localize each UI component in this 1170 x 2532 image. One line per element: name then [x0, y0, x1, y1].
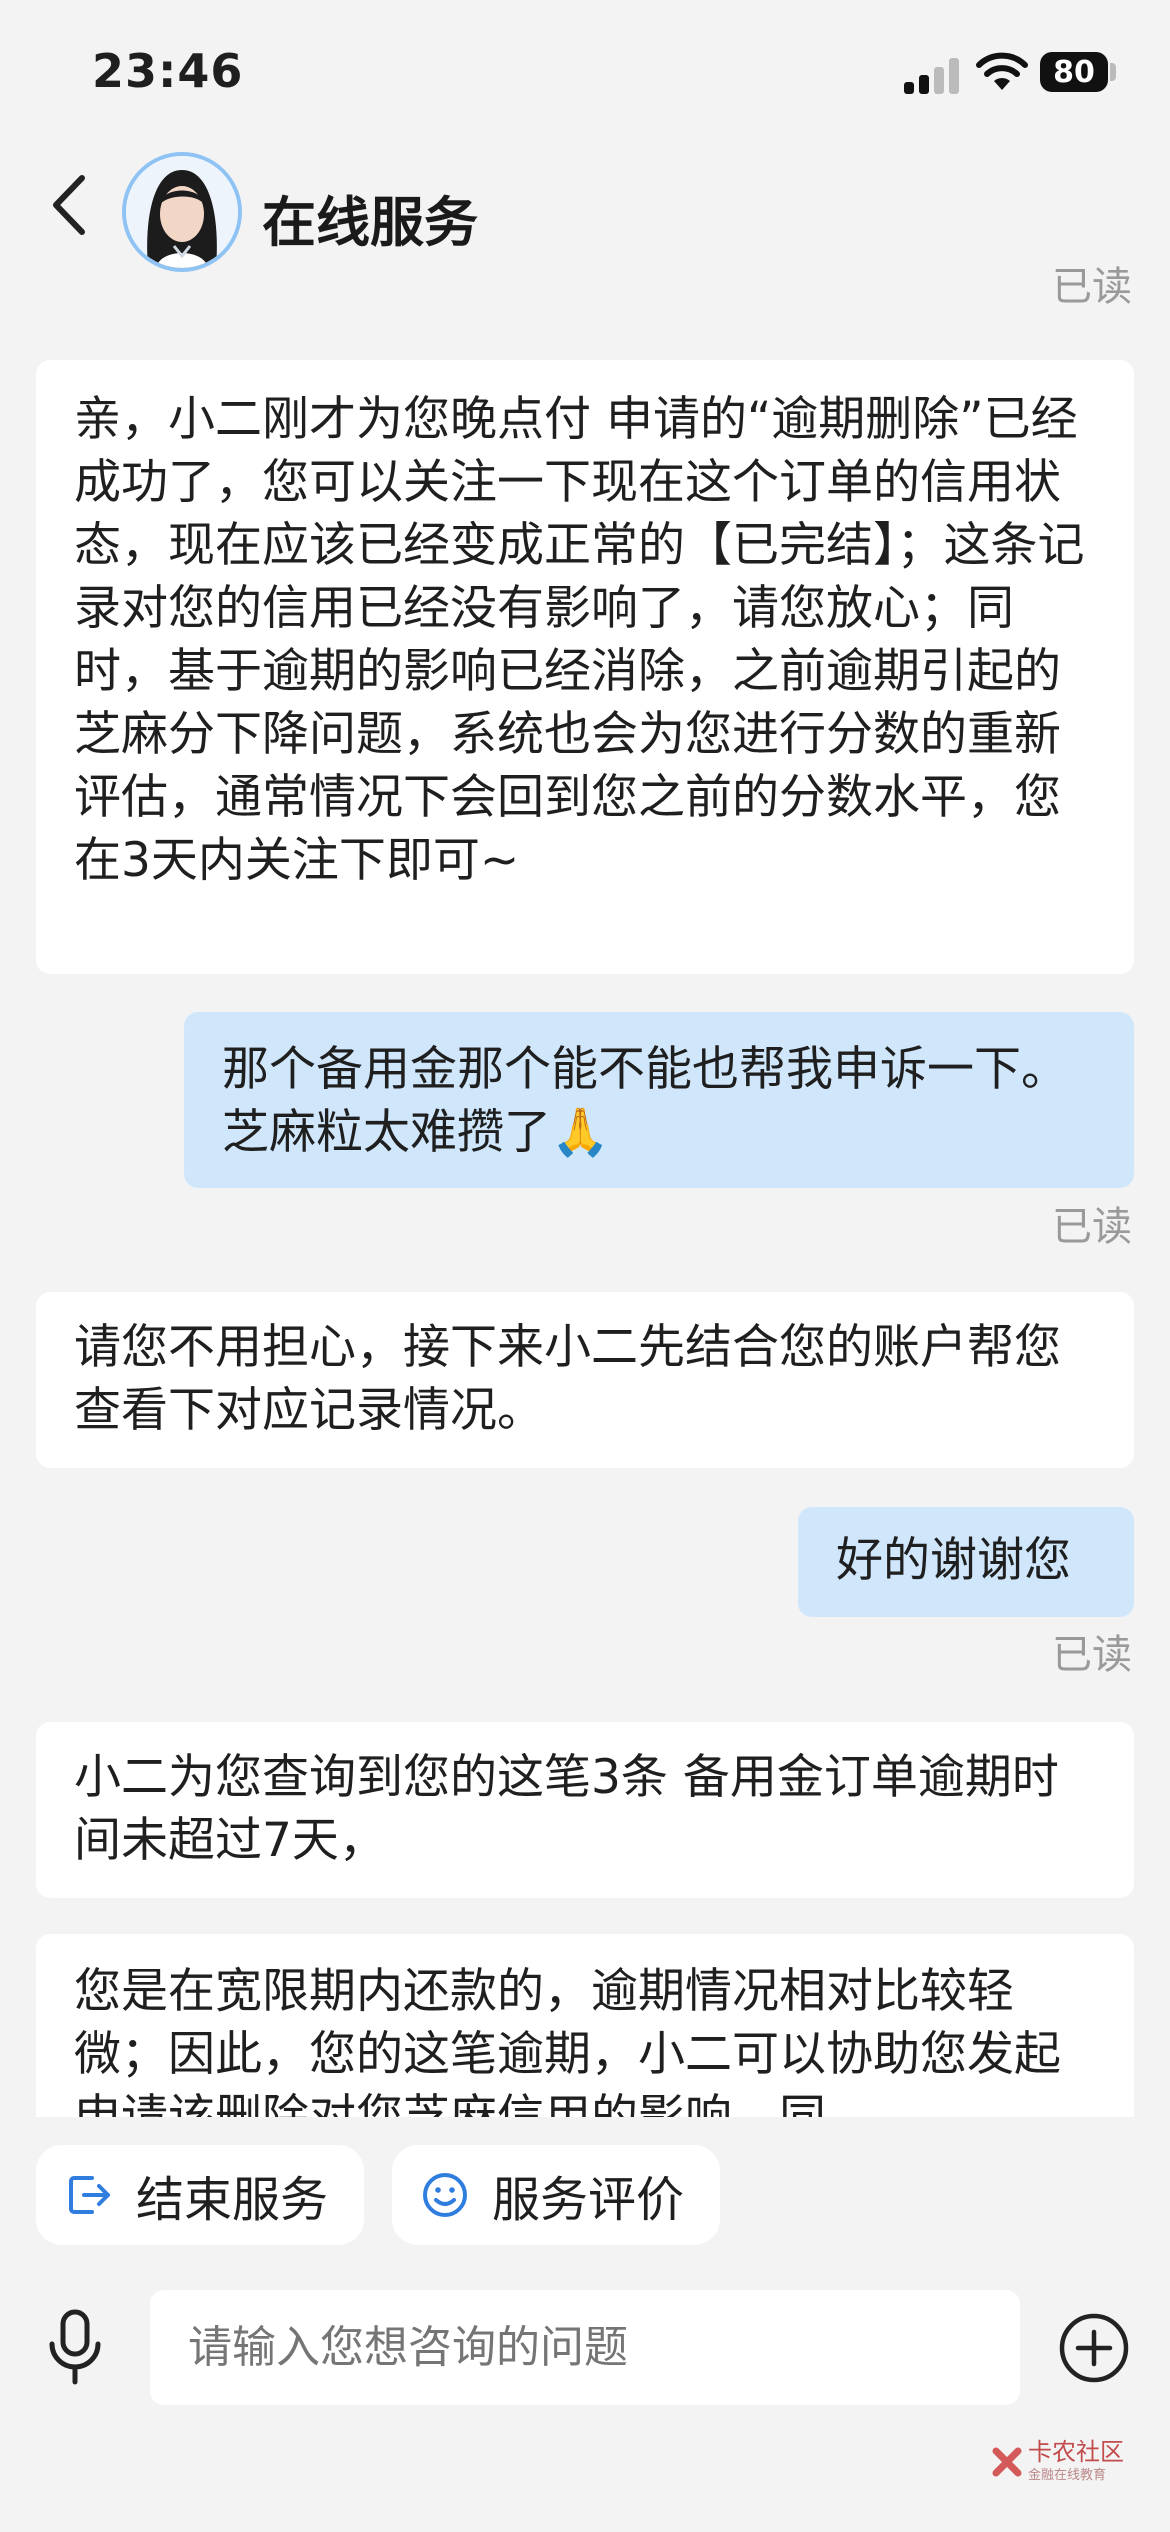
outgoing-message-bubble[interactable]: 那个备用金那个能不能也帮我申诉一下。芝麻粒太难攒了🙏 — [184, 1012, 1134, 1188]
cellular-signal-icon — [904, 58, 959, 94]
rate-service-label: 服务评价 — [492, 2172, 685, 2228]
end-service-label: 结束服务 — [136, 2172, 329, 2228]
battery-icon: 80 — [1040, 52, 1108, 92]
outgoing-message-bubble[interactable]: 好的谢谢您 — [798, 1507, 1134, 1617]
battery-cap — [1110, 63, 1116, 81]
status-bar: 23:46 80 — [0, 0, 1170, 140]
end-service-button[interactable]: 结束服务 — [36, 2145, 364, 2245]
exit-icon — [69, 2176, 110, 2214]
page-title: 在线服务 — [262, 191, 478, 254]
rate-service-button[interactable]: 服务评价 — [392, 2145, 720, 2245]
incoming-message-bubble[interactable]: 您是在宽限期内还款的，逾期情况相对比较轻微；因此，您的这笔逾期，小二可以协助您发… — [36, 1934, 1134, 2117]
back-arrow-icon[interactable] — [44, 170, 94, 240]
message-input-bar — [0, 2290, 1170, 2405]
watermark-subtitle: 金融在线教育 — [1028, 2468, 1107, 2483]
microphone-icon[interactable] — [44, 2308, 106, 2386]
chat-message-list[interactable]: 已读 亲，小二刚才为您晚点付 申请的“逾期删除”已经成功了，您可以关注一下现在这… — [0, 262, 1170, 2117]
add-attachment-icon[interactable] — [1058, 2312, 1130, 2384]
agent-avatar[interactable] — [122, 152, 242, 272]
wifi-icon — [976, 52, 1028, 90]
incoming-message-bubble[interactable]: 小二为您查询到您的这笔3条 备用金订单逾期时间未超过7天， — [36, 1722, 1134, 1898]
incoming-message-bubble[interactable]: 亲，小二刚才为您晚点付 申请的“逾期删除”已经成功了，您可以关注一下现在这个订单… — [36, 360, 1134, 974]
status-time: 23:46 — [92, 44, 244, 98]
read-receipt: 已读 — [1052, 1204, 1132, 1250]
message-input[interactable] — [150, 2290, 1020, 2405]
watermark-name: 卡农社区 — [1028, 2438, 1124, 2466]
watermark-logo-icon — [992, 2447, 1022, 2476]
avatar-portrait-icon — [126, 156, 238, 268]
read-receipt: 已读 — [1052, 1632, 1132, 1678]
chat-header: 在线服务 — [0, 140, 1170, 280]
smiley-icon — [423, 2173, 467, 2217]
read-receipt: 已读 — [1052, 264, 1132, 310]
incoming-message-bubble[interactable]: 请您不用担心，接下来小二先结合您的账户帮您查看下对应记录情况。 — [36, 1292, 1134, 1468]
battery-level: 80 — [1053, 54, 1095, 90]
watermark: 卡农社区 金融在线教育 — [990, 2440, 1124, 2483]
